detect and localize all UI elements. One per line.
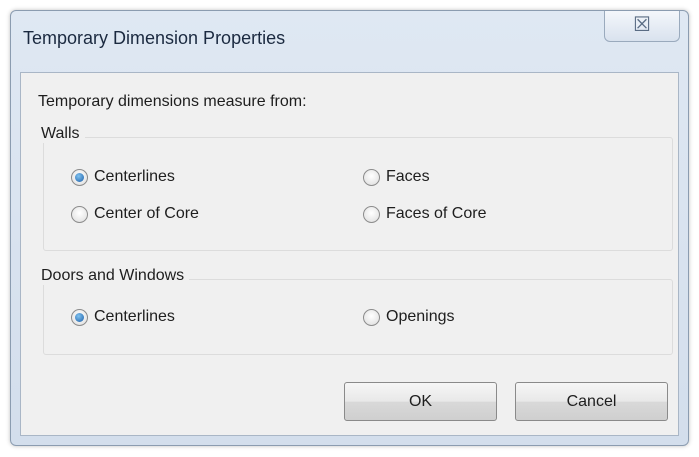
radio-label: Faces (386, 168, 430, 185)
radio-unselected-icon (363, 205, 380, 223)
close-button[interactable]: ☒ (604, 11, 680, 42)
doors-windows-group-label: Doors and Windows (41, 267, 190, 285)
ok-button[interactable]: OK (344, 382, 497, 421)
radio-unselected-icon (71, 205, 88, 223)
cancel-button[interactable]: Cancel (515, 382, 668, 421)
doors-windows-group: Doors and Windows Centerlines Openings (41, 267, 673, 355)
doors-centerlines-radio[interactable]: Centerlines (71, 308, 175, 326)
walls-faces-radio[interactable]: Faces (363, 168, 430, 186)
radio-label: Centerlines (94, 308, 175, 325)
walls-center-of-core-radio[interactable]: Center of Core (71, 205, 199, 223)
radio-label: Faces of Core (386, 205, 487, 222)
radio-label: Openings (386, 308, 455, 325)
radio-label: Center of Core (94, 205, 199, 222)
walls-centerlines-radio[interactable]: Centerlines (71, 168, 175, 186)
close-icon: ☒ (633, 14, 651, 36)
radio-unselected-icon (363, 308, 380, 326)
dialog-window: Temporary Dimension Properties ☒ Tempora… (10, 10, 689, 446)
dialog-title: Temporary Dimension Properties (23, 28, 286, 48)
radio-unselected-icon (363, 168, 380, 186)
dialog-content: Temporary dimensions measure from: Walls… (20, 72, 679, 436)
radio-selected-icon (71, 308, 88, 326)
walls-faces-of-core-radio[interactable]: Faces of Core (363, 205, 486, 223)
walls-group: Walls Centerlines Faces Center of Core F… (41, 125, 673, 251)
walls-group-label: Walls (41, 125, 85, 143)
radio-selected-icon (71, 168, 88, 186)
radio-label: Centerlines (94, 168, 175, 185)
intro-label: Temporary dimensions measure from: (38, 93, 307, 110)
doors-openings-radio[interactable]: Openings (363, 308, 455, 326)
